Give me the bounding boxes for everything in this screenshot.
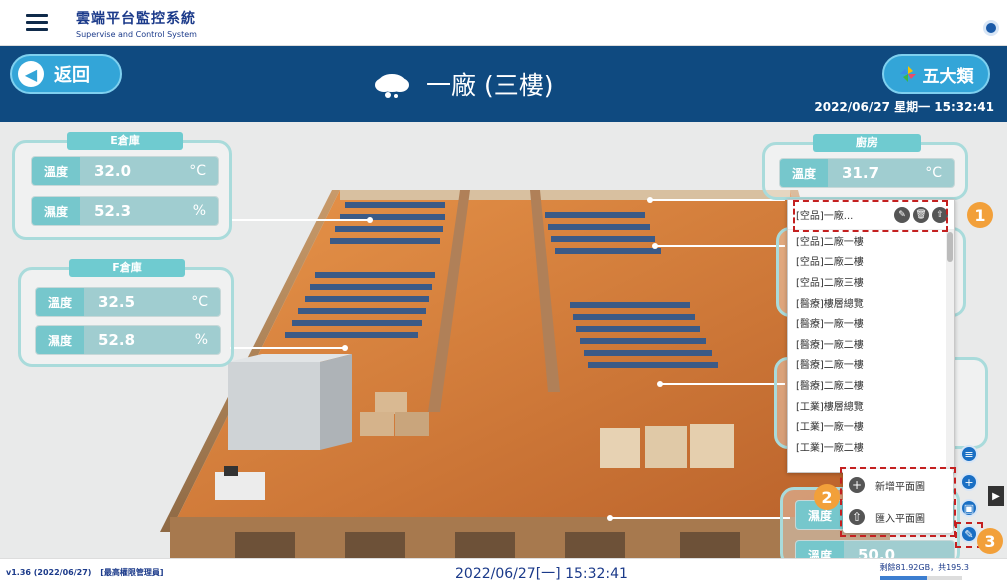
version-info: v1.36 (2022/06/27) [最高權限管理員]: [6, 567, 164, 578]
dropdown-option[interactable]: [工業]樓層總覽: [788, 395, 954, 416]
add-icon[interactable]: +: [960, 473, 978, 491]
highlight-box-1: [793, 200, 948, 232]
top-bar: 雲端平台監控系統 Supervise and Control System: [0, 0, 1007, 46]
dropdown-option[interactable]: [空品]二廠一樓: [788, 230, 954, 251]
step-badge-2: 2: [814, 484, 840, 510]
floorplan-select-dropdown[interactable]: [空品]一廠... ✎ 🗑 ⇧ [空品]二廠一樓 [空品]二廠二樓 [空品]二廠三樓…: [787, 199, 955, 473]
dropdown-option[interactable]: [醫療]一廠一樓: [788, 312, 954, 333]
app-subtitle: Supervise and Control System: [76, 30, 197, 39]
sensor-panel-f-warehouse: F倉庫 溫度 32.5 °C 濕度 52.8%: [18, 259, 234, 367]
cloud-icon: [375, 74, 409, 98]
unit: °C: [189, 163, 206, 179]
temperature-value: 31.7: [842, 164, 880, 182]
row-label: 溫度: [780, 159, 828, 187]
header-datetime: 2022/06/27 星期一 15:32:41: [814, 100, 994, 114]
dropdown-option[interactable]: [醫療]二廠一樓: [788, 354, 954, 375]
dropdown-option[interactable]: [醫療]二廠二樓: [788, 374, 954, 395]
dropdown-list: [空品]二廠一樓 [空品]二廠二樓 [空品]二廠三樓 [醫療]樓層總覽 [醫療]一廠一樓…: [788, 230, 954, 457]
sensor-panel-e-warehouse: E倉庫 溫度 32.0 °C 濕度 52.3%: [12, 132, 232, 240]
step-badge-1: 1: [967, 202, 993, 228]
pinwheel-icon: [899, 66, 916, 82]
panel-title: F倉庫: [69, 259, 185, 277]
row-label: 濕度: [32, 197, 80, 225]
sensor-panel-kitchen: 廚房 溫度 31.7 °C: [762, 134, 968, 200]
humidity-row: 濕度 52.3%: [31, 196, 219, 226]
unit: °C: [925, 165, 942, 181]
app-title: 雲端平台監控系統: [76, 11, 196, 27]
temperature-row: 溫度 32.5 °C: [35, 287, 221, 317]
user-role: [最高權限管理員]: [100, 568, 164, 577]
version: v1.36 (2022/06/27): [6, 568, 92, 577]
storage-info: 剩餘81.92GB，共195.3: [879, 562, 970, 580]
layers-icon[interactable]: ≡: [960, 445, 978, 463]
save-icon[interactable]: ▣: [960, 499, 978, 517]
footer-datetime: 2022/06/27[一] 15:32:41: [455, 566, 628, 582]
dropdown-option[interactable]: [空品]二廠三樓: [788, 271, 954, 292]
back-button[interactable]: ◀ 返回: [10, 54, 122, 94]
storage-text: 剩餘81.92GB，共195.3: [879, 563, 970, 572]
back-label: 返回: [54, 65, 90, 86]
category-button[interactable]: 五大類: [882, 54, 990, 94]
panel-title: E倉庫: [67, 132, 183, 150]
dropdown-option[interactable]: [醫療]樓層總覽: [788, 292, 954, 313]
title-band: ◀ 返回 一廠 (三樓) 五大類 2022/06/27 星期一 15:32:41: [0, 46, 1007, 122]
temperature-row: 溫度 32.0 °C: [31, 156, 219, 186]
panel-title: 廚房: [813, 134, 921, 152]
page-title: 一廠 (三樓): [372, 66, 553, 102]
storage-bar-fill: [879, 576, 928, 580]
dropdown-option[interactable]: [醫療]一廠二樓: [788, 333, 954, 354]
unit: %: [192, 203, 206, 219]
row-label: 溫度: [32, 157, 80, 185]
back-arrow-icon: ◀: [18, 61, 44, 87]
dropdown-option[interactable]: [工業]一廠二樓: [788, 436, 954, 457]
temperature-row: 溫度 50.0: [795, 540, 955, 558]
temperature-row: 溫度 31.7 °C: [779, 158, 955, 188]
row-label: 濕度: [36, 326, 84, 354]
brand: 雲端平台監控系統 Supervise and Control System: [76, 8, 197, 39]
temperature-value: 50.0: [858, 546, 896, 558]
expand-arrow-icon[interactable]: ▶: [988, 486, 1004, 506]
unit: °C: [191, 294, 208, 310]
title-text: 一廠 (三樓): [426, 71, 554, 100]
storage-bar: [879, 576, 962, 580]
dropdown-option[interactable]: [空品]二廠二樓: [788, 251, 954, 272]
temperature-value: 32.0: [94, 162, 132, 180]
humidity-value: 52.8: [98, 331, 136, 349]
dropdown-scrollbar[interactable]: [946, 230, 954, 472]
step-badge-3: 3: [977, 528, 1003, 554]
dropdown-option[interactable]: [工業]一廠一樓: [788, 415, 954, 436]
settings-icon[interactable]: [983, 20, 999, 36]
menu-icon[interactable]: [26, 14, 48, 31]
row-label: 溫度: [796, 541, 844, 558]
humidity-row: 濕度 52.8%: [35, 325, 221, 355]
row-label: 溫度: [36, 288, 84, 316]
floorplan-view[interactable]: E倉庫 溫度 32.0 °C 濕度 52.3% F倉庫 溫度 32.5 °C 濕度 …: [0, 122, 1007, 558]
footer: v1.36 (2022/06/27) [最高權限管理員] 2022/06/27[…: [0, 558, 1007, 583]
unit: %: [194, 332, 208, 348]
temperature-value: 32.5: [98, 293, 136, 311]
humidity-value: 52.3: [94, 202, 132, 220]
highlight-box-2: [840, 467, 956, 537]
category-label: 五大類: [922, 66, 974, 87]
